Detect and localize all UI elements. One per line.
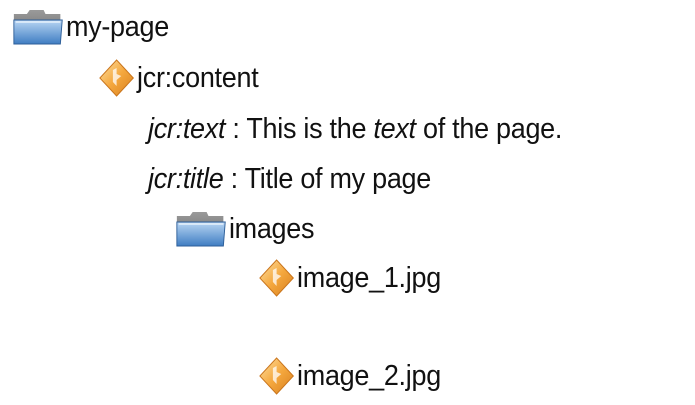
tree-node-label: image_1.jpg	[297, 261, 441, 294]
tree-node-image-1[interactable]: image_1.jpg	[258, 258, 441, 298]
tree-node-label: jcr:content	[137, 61, 259, 94]
folder-icon	[175, 210, 227, 248]
property-value-emphasis: text	[373, 113, 416, 145]
tree-node-images[interactable]: images	[175, 210, 314, 248]
property-name: jcr:text	[148, 113, 226, 145]
tree-node-label: my-page	[65, 10, 169, 43]
folder-icon	[12, 8, 64, 46]
tree-node-jcr-content[interactable]: jcr:content	[98, 58, 259, 98]
node-diamond-icon	[98, 58, 135, 98]
property-name: jcr:title	[148, 163, 224, 195]
tree-node-image-2[interactable]: image_2.jpg	[258, 356, 441, 396]
property-value: : Title of my page	[223, 163, 432, 195]
property-value-tail: of the page.	[415, 113, 563, 145]
property-value-lead: : This is the	[225, 113, 374, 145]
node-diamond-icon	[258, 356, 295, 396]
tree-node-label: image_2.jpg	[297, 359, 441, 392]
property-jcr-title: jcr:title : Title of my page	[148, 163, 431, 196]
tree-node-my-page[interactable]: my-page	[12, 8, 169, 46]
node-diamond-icon	[258, 258, 295, 298]
tree-node-label: images	[228, 212, 315, 245]
property-jcr-text: jcr:text : This is the text of the page.	[148, 113, 562, 146]
